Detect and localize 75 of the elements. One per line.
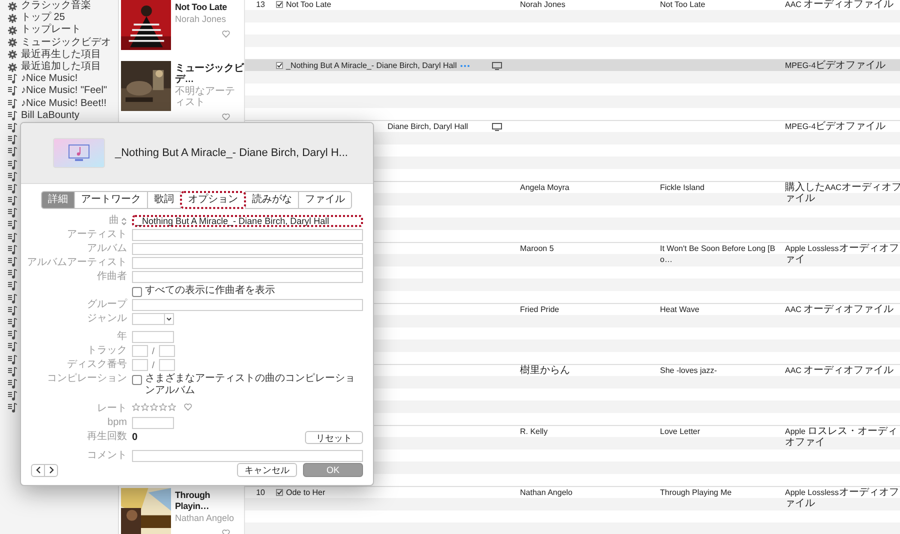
field-label: グループ (87, 299, 127, 311)
sidebar-item[interactable]: ミュージックビデオ (21, 36, 111, 49)
sidebar-item[interactable]: トップ 25 (21, 12, 65, 24)
file-kind: AAC オーディオファイル (785, 365, 894, 376)
field-label: アルバムアーティスト (27, 257, 127, 269)
album-title: Not Too Late (175, 2, 228, 13)
field-label: 作曲者 (97, 271, 127, 283)
track-row[interactable]: 13 Not Too Late Norah Jones Not Too Late AAC オーディオファイル (245, 0, 900, 10)
track-artist: Fried Pride (520, 304, 560, 315)
track-album: She -loves jazz- (660, 365, 717, 376)
tab[interactable]: アートワーク (74, 191, 148, 209)
separator-text: / (152, 346, 155, 356)
field-label: アルバム (87, 243, 127, 255)
track-artist: Angela Moyra (520, 182, 570, 193)
separator-text: / (152, 360, 155, 370)
track-artist: Maroon 5 (520, 243, 554, 254)
track-album: Through Playing Me (660, 487, 732, 498)
track-artist: 樹里からん (520, 365, 570, 376)
track-artist: R. Kelly (520, 426, 548, 437)
track-album: It Won't Be Soon Before Long [Bo… (660, 243, 776, 265)
field-label: トラック (87, 345, 127, 357)
track-album: Love Letter (660, 426, 700, 437)
file-kind: AAC オーディオファイル (785, 304, 894, 315)
field-label: ディスク番号 (67, 359, 127, 371)
field-label: レート (97, 403, 127, 415)
play-count: 0 (132, 432, 139, 443)
track-title: _Nothing But A Miracle_- Diane Birch, Daryl Hall (286, 60, 457, 71)
track-artist: Nathan Angelo (520, 487, 572, 498)
cancel-button[interactable]: キャンセル (237, 463, 297, 477)
sidebar-item[interactable]: 最近追加した項目 (21, 61, 101, 74)
file-kind: MPEG-4ビデオファイル (785, 60, 886, 71)
reset-button[interactable]: リセット (305, 431, 363, 444)
tab[interactable]: オプション (180, 191, 246, 209)
text-field[interactable]: _Nothing But A Miracle_- Diane Birch, Daryl Hall (132, 215, 363, 227)
file-kind: Apple Losslessオーディオファイル (785, 487, 900, 509)
sidebar-item[interactable]: 最近再生した項目 (21, 48, 101, 61)
album-title: Through Playin… (175, 490, 212, 512)
track-title: Ode to Her (286, 487, 326, 498)
track-album: Heat Wave (660, 304, 700, 315)
track-title: Not Too Late (286, 0, 332, 10)
dialog-title: _Nothing But A Miracle_- Diane Birch, Daryl H... (115, 147, 348, 159)
album-artist: Nathan Angelo (175, 513, 236, 524)
track-album: Fickle Island (660, 182, 704, 193)
sidebar-item[interactable]: ♪Nice Music! "Feel" (21, 85, 108, 98)
tab[interactable]: ファイル (298, 191, 352, 209)
album-artist: 不明なアーティスト (175, 86, 236, 108)
tab[interactable]: 読みがな (245, 191, 299, 209)
track-title: Diane Birch, Daryl Hall (388, 121, 468, 132)
sidebar-item[interactable]: クラシック音楽 (21, 0, 91, 12)
track-number: 10 (256, 487, 265, 498)
file-kind: 購入したAACオーディオファイル (785, 182, 900, 204)
field-label: 曲 (109, 215, 119, 227)
file-kind: Apple ロスレス・オーディオファイ (785, 426, 899, 448)
checkbox-label: すべての表示に作曲者を表示 (145, 285, 275, 297)
album-artist: Norah Jones (175, 14, 228, 25)
field-label: bpm (108, 417, 127, 429)
tab[interactable]: 歌詞 (147, 191, 181, 209)
field-label: 年 (117, 331, 127, 343)
field-label: 再生回数 (87, 431, 127, 443)
file-kind: Apple Losslessオーディオファイ (785, 243, 900, 265)
album-title: ミュージックビデ… (175, 63, 244, 85)
sidebar-item[interactable]: Bill LaBounty (21, 110, 80, 122)
sidebar-item[interactable]: ♪Nice Music! Beet!! (21, 98, 107, 110)
sidebar-item[interactable]: ♪Nice Music! (21, 73, 78, 86)
file-kind: AAC オーディオファイル (785, 0, 894, 10)
field-label: コメント (87, 450, 127, 462)
track-artist: Norah Jones (520, 0, 566, 10)
field-label: ジャンル (87, 313, 127, 325)
track-album: Not Too Late (660, 0, 706, 10)
selected-track-row[interactable]: _Nothing But A Miracle_- Diane Birch, Daryl Hall MPEG-4ビデオファイル (245, 59, 900, 72)
file-kind: MPEG-4ビデオファイル (785, 121, 886, 132)
track-number: 13 (256, 0, 265, 10)
field-label: アーティスト (67, 229, 127, 241)
field-label: コンピレーション (47, 373, 127, 385)
sidebar-item[interactable]: トップレート (21, 24, 81, 36)
